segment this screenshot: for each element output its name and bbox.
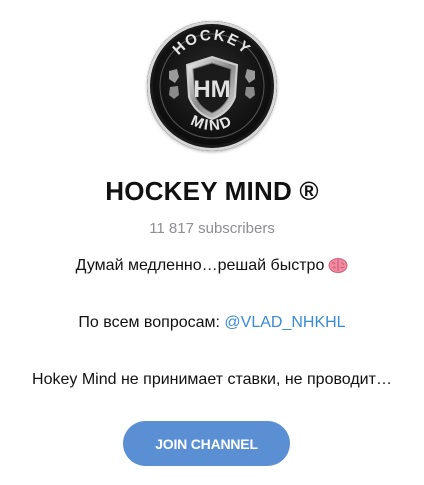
league-badge-icon	[245, 69, 255, 83]
channel-avatar[interactable]: HOCKEY MIND HM	[147, 21, 277, 151]
contact-prefix: По всем вопросам:	[78, 314, 225, 331]
description-line-3: Hokey Mind не принимает ставки, не прово…	[32, 371, 392, 388]
brain-icon	[328, 257, 348, 273]
logo-top-text: HOCKEY	[170, 27, 255, 59]
league-badge-icon	[169, 69, 179, 83]
join-channel-button[interactable]: JOIN CHANNEL	[123, 421, 290, 466]
league-badge-icon	[245, 87, 255, 99]
description-line-1: Думай медленно…решай быстро	[0, 257, 424, 275]
league-badge-icon	[169, 86, 179, 99]
channel-title: HOCKEY MIND ®	[105, 176, 319, 206]
logo-monogram: HM	[193, 76, 230, 103]
description-motto: Думай медленно…решай быстро	[75, 257, 325, 274]
contact-mention-link[interactable]: @VLAD_NHKHL	[224, 314, 345, 331]
subscriber-count: 11 817 subscribers	[149, 220, 275, 237]
description-line-2: По всем вопросам: @VLAD_NHKHL	[0, 314, 424, 332]
hockey-mind-logo: HOCKEY MIND HM	[159, 27, 265, 139]
